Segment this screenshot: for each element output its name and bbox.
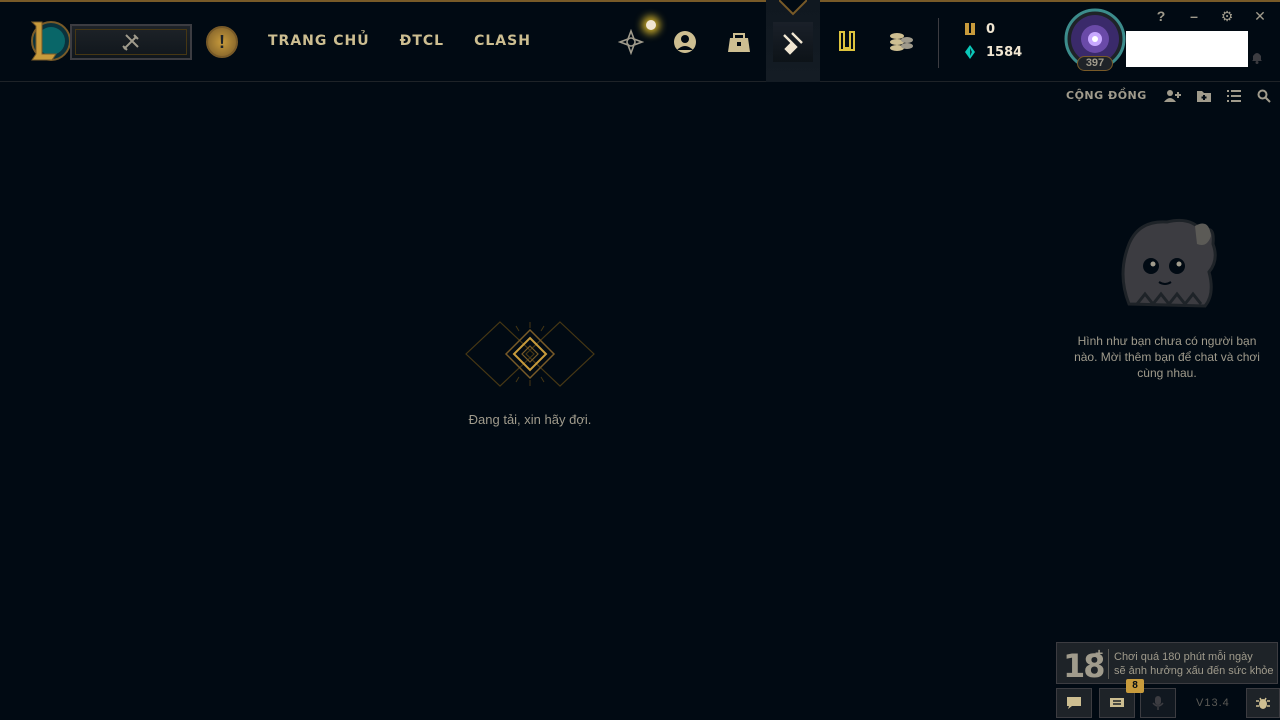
footer-bar: [1056, 686, 1280, 720]
ranked-crest-icon[interactable]: [611, 22, 651, 62]
age-plus: +: [1095, 645, 1104, 661]
minimize-button[interactable]: –: [1184, 6, 1204, 26]
summoner-level: 397: [1077, 56, 1113, 71]
missions-badge: 8: [1126, 679, 1144, 693]
list-icon[interactable]: [1225, 88, 1243, 104]
add-friend-icon[interactable]: [1164, 88, 1182, 104]
collection-icon[interactable]: [719, 22, 759, 62]
league-logo-icon[interactable]: [26, 18, 74, 64]
profile-icon[interactable]: [665, 22, 705, 62]
mic-icon: [1152, 696, 1164, 710]
tft-pass-icon[interactable]: [827, 22, 867, 62]
age-warning-text: Chơi quá 180 phút mỗi ngày sẽ ảnh hưởng …: [1114, 650, 1274, 678]
loading-spinner-icon: [465, 321, 595, 387]
empty-friends-panel: Hình như bạn chưa có người bạn nào. Mời …: [1072, 214, 1262, 381]
chat-button[interactable]: [1056, 688, 1092, 718]
bell-icon[interactable]: [1250, 50, 1264, 64]
blue-essence-balance[interactable]: 1584: [962, 44, 1022, 60]
social-title: CỘNG ĐỒNG: [1066, 89, 1147, 102]
age-divider: [1108, 649, 1109, 679]
add-folder-icon[interactable]: [1195, 88, 1213, 104]
search-icon[interactable]: [1255, 88, 1273, 104]
top-header: ! TRANG CHỦ ĐTCL CLASH 0 1584 397 ? – ⚙ …: [0, 0, 1280, 82]
play-button[interactable]: [70, 24, 192, 60]
blue-essence-icon: [965, 45, 975, 59]
loot-icon[interactable]: [773, 22, 813, 62]
help-button[interactable]: ?: [1151, 6, 1171, 26]
blue-essence-amount: 1584: [986, 44, 1023, 60]
crossed-swords-icon: [122, 34, 139, 51]
mic-button[interactable]: [1140, 688, 1176, 718]
notification-glow: [646, 20, 656, 30]
settings-button[interactable]: ⚙: [1217, 6, 1237, 26]
nav-home[interactable]: TRANG CHỦ: [268, 33, 370, 49]
loading-indicator: Đang tải, xin hãy đợi.: [440, 320, 620, 427]
nav-tft[interactable]: ĐTCL: [400, 33, 444, 49]
active-tab-notch: [779, 0, 807, 16]
header-separator: [938, 18, 939, 68]
age-warning-line-2: sẽ ảnh hưởng xấu đến sức khỏe: [1114, 665, 1274, 677]
rp-amount: 0: [986, 21, 996, 37]
social-header: CỘNG ĐỒNG: [1060, 84, 1280, 108]
summoner-name-redacted: [1126, 31, 1248, 67]
age-warning: 18 + Chơi quá 180 phút mỗi ngày sẽ ảnh h…: [1056, 642, 1278, 685]
main-nav: TRANG CHỦ ĐTCL CLASH: [268, 33, 531, 49]
rp-balance[interactable]: 0: [962, 21, 995, 37]
empty-friends-message: Hình như bạn chưa có người bạn nào. Mời …: [1074, 334, 1260, 380]
rp-icon: [965, 23, 975, 35]
bug-report-icon: [1256, 697, 1270, 709]
poro-icon: [1121, 218, 1217, 308]
age-warning-line-1: Chơi quá 180 phút mỗi ngày: [1114, 651, 1253, 663]
chat-icon: [1067, 697, 1081, 709]
close-button[interactable]: ✕: [1250, 6, 1270, 26]
alert-icon[interactable]: !: [206, 26, 238, 58]
version-label: V13.4: [1196, 697, 1230, 709]
missions-icon: [1110, 698, 1124, 707]
loading-text: Đang tải, xin hãy đợi.: [468, 412, 592, 427]
store-icon[interactable]: [881, 22, 921, 62]
bug-report-button[interactable]: [1246, 688, 1280, 718]
nav-clash[interactable]: CLASH: [474, 33, 531, 49]
